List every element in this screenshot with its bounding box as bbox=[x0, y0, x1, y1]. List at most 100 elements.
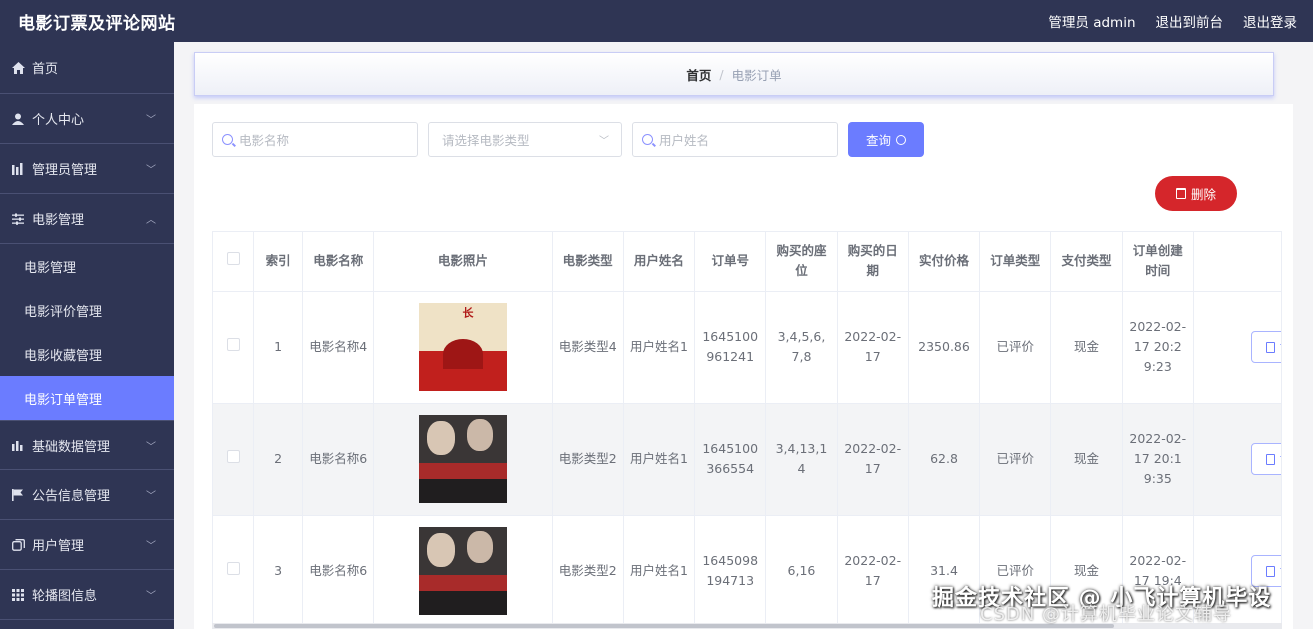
cell-order-type: 已评价 bbox=[979, 291, 1052, 404]
sidebar-subitem-movie[interactable]: 电影管理 bbox=[0, 244, 174, 288]
select-all-checkbox[interactable] bbox=[213, 232, 255, 292]
detail-button-label: 详情 bbox=[1280, 561, 1281, 581]
search-icon bbox=[642, 134, 653, 145]
sidebar-subitem-movie-order[interactable]: 电影订单管理 bbox=[0, 376, 174, 420]
cell-actions: 详情 bbox=[1193, 291, 1281, 404]
chevron-down-icon: ﹀ bbox=[599, 136, 609, 147]
chevron-down-icon: ﹀ bbox=[146, 441, 156, 453]
header-pay-type: 支付类型 bbox=[1050, 232, 1123, 292]
header-price: 实付价格 bbox=[908, 232, 981, 292]
sidebar-subitem-movie-favorite[interactable]: 电影收藏管理 bbox=[0, 332, 174, 376]
sidebar-item-notice[interactable]: 公告信息管理 ﹀ bbox=[0, 470, 174, 520]
header-user-name: 用户姓名 bbox=[623, 232, 696, 292]
detail-button[interactable]: 详情 bbox=[1250, 443, 1281, 475]
sidebar-item-label: 公告信息管理 bbox=[32, 489, 111, 504]
cell-order-no: 1645100961241 bbox=[694, 291, 767, 404]
delete-button-label: 删除 bbox=[1190, 187, 1216, 202]
sidebar-item-movie[interactable]: 电影管理 ︿ bbox=[0, 194, 174, 244]
movie-name-placeholder: 电影名称 bbox=[239, 133, 290, 148]
header-index: 索引 bbox=[253, 232, 304, 292]
search-row: 电影名称 请选择电影类型 ﹀ 用户姓名 查询 bbox=[212, 122, 924, 157]
sidebar-item-label: 个人中心 bbox=[32, 113, 85, 128]
cell-created-time: 2022-02-17 20:29:23 bbox=[1122, 291, 1194, 404]
document-icon bbox=[1265, 565, 1275, 577]
row-checkbox[interactable] bbox=[213, 515, 255, 628]
breadcrumb-home[interactable]: 首页 bbox=[686, 65, 711, 84]
sidebar-item-users[interactable]: 用户管理 ﹀ bbox=[0, 520, 174, 570]
cell-movie-type: 电影类型2 bbox=[552, 403, 624, 516]
home-icon bbox=[11, 61, 25, 75]
sidebar-subitem-movie-review[interactable]: 电影评价管理 bbox=[0, 288, 174, 332]
chevron-down-icon: ﹀ bbox=[146, 491, 156, 502]
cell-order-no: 1645100366554 bbox=[694, 403, 767, 516]
cell-buy-date: 2022-02-17 bbox=[837, 291, 909, 404]
header-movie-type: 电影类型 bbox=[552, 232, 624, 292]
back-to-front-link[interactable]: 退出到前台 bbox=[1156, 11, 1224, 31]
grid-icon bbox=[11, 588, 25, 602]
cell-index: 3 bbox=[253, 515, 304, 628]
top-right-actions: 管理员 admin 退出到前台 退出登录 bbox=[1048, 11, 1313, 31]
table-header-row: 索引 电影名称 电影照片 电影类型 用户姓名 订单号 购买的座位 购买的日期 实… bbox=[213, 232, 1281, 292]
movie-name-input[interactable]: 电影名称 bbox=[212, 122, 418, 157]
chevron-down-icon: ﹀ bbox=[146, 115, 156, 126]
cell-seats: 3,4,13,14 bbox=[765, 403, 838, 516]
sidebar-item-home[interactable]: 首页 bbox=[0, 42, 174, 94]
cell-movie-type: 电影类型2 bbox=[552, 515, 624, 628]
header-buy-date: 购买的日期 bbox=[837, 232, 909, 292]
sidebar-item-carousel[interactable]: 轮播图信息 ﹀ bbox=[0, 570, 174, 620]
user-name-placeholder: 用户姓名 bbox=[659, 133, 710, 148]
cell-movie-name: 电影名称6 bbox=[302, 515, 375, 628]
user-icon bbox=[11, 112, 25, 126]
main-area: 首页 / 电影订单 电影名称 请选择电影类型 ﹀ 用户姓名 查询 删除 索引 电… bbox=[174, 42, 1313, 629]
cell-pay-type: 现金 bbox=[1050, 291, 1123, 404]
header-movie-photo: 电影照片 bbox=[373, 232, 553, 292]
query-button[interactable]: 查询 bbox=[848, 122, 924, 157]
row-checkbox[interactable] bbox=[213, 403, 255, 516]
cell-seats: 3,4,5,6,7,8 bbox=[765, 291, 838, 404]
cell-movie-photo: 长 bbox=[373, 291, 553, 404]
movie-type-placeholder: 请选择电影类型 bbox=[442, 133, 530, 148]
header-actions bbox=[1193, 232, 1281, 292]
search-icon bbox=[896, 134, 906, 145]
sidebar-item-label: 用户管理 bbox=[32, 539, 85, 554]
header-seats: 购买的座位 bbox=[765, 232, 838, 292]
detail-button[interactable]: 详情 bbox=[1250, 331, 1281, 363]
sliders-icon bbox=[11, 212, 25, 226]
movie-poster-image bbox=[418, 415, 507, 503]
sidebar-item-personal[interactable]: 个人中心 ﹀ bbox=[0, 94, 174, 144]
trash-icon bbox=[1175, 188, 1186, 199]
header-created-time: 订单创建时间 bbox=[1122, 232, 1194, 292]
bar-chart-icon bbox=[11, 162, 25, 176]
scrollbar-thumb[interactable] bbox=[214, 624, 1114, 628]
logout-link[interactable]: 退出登录 bbox=[1243, 11, 1297, 31]
cell-movie-type: 电影类型4 bbox=[552, 291, 624, 404]
cell-user-name: 用户姓名1 bbox=[623, 291, 696, 404]
flag-icon bbox=[11, 488, 25, 502]
copy-icon bbox=[11, 538, 25, 552]
row-checkbox[interactable] bbox=[213, 291, 255, 404]
sidebar-subitem-label: 电影管理 bbox=[24, 260, 77, 276]
chevron-down-icon: ﹀ bbox=[146, 165, 156, 176]
cell-price: 62.8 bbox=[908, 403, 981, 516]
sidebar-subitem-label: 电影订单管理 bbox=[24, 392, 103, 408]
table-row: 2 电影名称6 电影类型2 用户姓名1 1645100366554 3,4,13… bbox=[213, 403, 1281, 516]
chevron-down-icon: ﹀ bbox=[146, 591, 156, 602]
cell-created-time: 2022-02-17 20:19:35 bbox=[1122, 403, 1194, 516]
cell-order-type: 已评价 bbox=[979, 403, 1052, 516]
watermark-text-secondary: CSDN @计算机毕业论文辅导 bbox=[980, 604, 1233, 625]
user-name-input[interactable]: 用户姓名 bbox=[632, 122, 838, 157]
cell-user-name: 用户姓名1 bbox=[623, 515, 696, 628]
cell-index: 2 bbox=[253, 403, 304, 516]
cell-movie-photo bbox=[373, 515, 553, 628]
movie-type-select[interactable]: 请选择电影类型 ﹀ bbox=[428, 122, 622, 157]
breadcrumb-current: 电影订单 bbox=[731, 67, 782, 83]
header-order-no: 订单号 bbox=[694, 232, 767, 292]
cell-index: 1 bbox=[253, 291, 304, 404]
sidebar-item-admin[interactable]: 管理员管理 ﹀ bbox=[0, 144, 174, 194]
sidebar-item-label: 管理员管理 bbox=[32, 163, 98, 178]
bar-chart-icon bbox=[11, 438, 25, 452]
cell-price: 2350.86 bbox=[908, 291, 981, 404]
table-row: 1 电影名称4 长 电影类型4 用户姓名1 1645100961241 3,4,… bbox=[213, 291, 1281, 404]
delete-button[interactable]: 删除 bbox=[1155, 176, 1237, 211]
sidebar-item-basic-data[interactable]: 基础数据管理 ﹀ bbox=[0, 420, 174, 470]
